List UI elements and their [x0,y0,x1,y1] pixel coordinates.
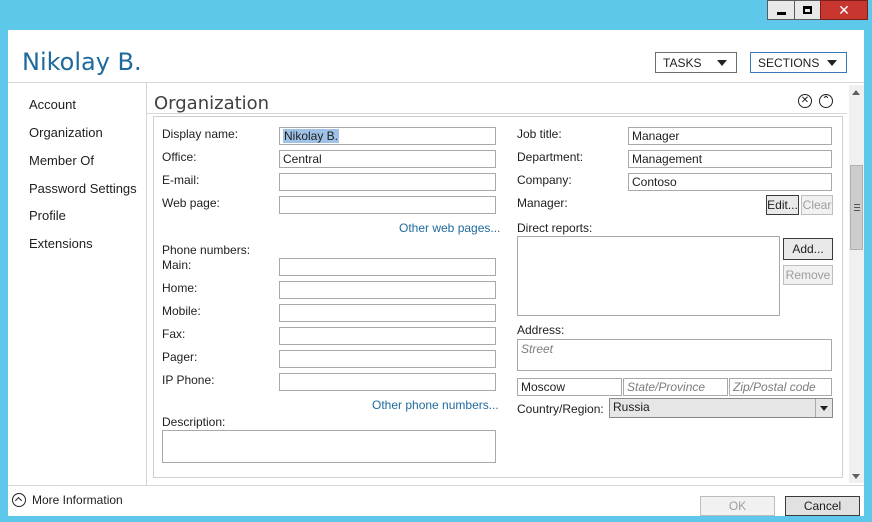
fax-label: Fax: [162,327,186,341]
country-region-label: Country/Region: [517,402,604,416]
remove-direct-report-button[interactable]: Remove [783,265,833,285]
footer-divider [8,485,864,486]
organization-panel: Display name: Nikolay B. Office: Central… [153,116,843,478]
mobile-phone-field[interactable] [279,304,496,322]
zip-postal-code-field[interactable]: Zip/Postal code [729,378,832,396]
country-region-select[interactable]: Russia [609,398,833,418]
sidebar-item-password-settings[interactable]: Password Settings [29,181,137,196]
ip-phone-field[interactable] [279,373,496,391]
description-field[interactable] [162,430,496,463]
manager-clear-button[interactable]: Clear [801,195,833,215]
maximize-icon [803,6,812,14]
more-information-toggle[interactable]: More Information [12,493,123,507]
web-page-field[interactable] [279,196,496,214]
sidebar-item-account[interactable]: Account [29,97,76,112]
window-border-right [864,30,872,522]
tasks-dropdown[interactable]: TASKS [655,52,737,73]
pager-label: Pager: [162,350,198,364]
main-phone-field[interactable] [279,258,496,276]
main-phone-label: Main: [162,258,192,272]
window-border-left [0,30,8,522]
job-title-label: Job title: [517,127,562,141]
section-title: Organization [154,93,270,114]
ip-phone-label: IP Phone: [162,373,215,387]
sections-label: SECTIONS [758,55,820,70]
vertical-scrollbar[interactable] [849,85,864,483]
state-province-field[interactable]: State/Province [623,378,728,396]
company-label: Company: [517,173,572,187]
job-title-field[interactable]: Manager [628,127,832,145]
sidebar-item-profile[interactable]: Profile [29,208,66,223]
maximize-button[interactable] [794,0,821,20]
minimize-icon [776,11,786,15]
add-direct-report-button[interactable]: Add... [783,238,833,260]
email-field[interactable] [279,173,496,191]
home-phone-field[interactable] [279,281,496,299]
display-name-label: Display name: [162,127,239,141]
description-label: Description: [162,415,226,429]
section-divider [147,113,847,114]
section-close-icon[interactable]: ✕ [798,94,812,108]
phone-numbers-label: Phone numbers: [162,243,251,257]
mobile-phone-label: Mobile: [162,304,201,318]
email-label: E-mail: [162,173,200,187]
department-label: Department: [517,150,584,164]
scrollbar-thumb[interactable] [850,165,863,250]
country-region-value: Russia [613,400,650,414]
page-title: Nikolay B. [22,48,142,76]
direct-reports-label: Direct reports: [517,221,593,235]
close-window-button[interactable]: ✕ [820,0,868,20]
cancel-button[interactable]: Cancel [785,496,860,516]
sections-dropdown[interactable]: SECTIONS [750,52,847,73]
sidebar-item-extensions[interactable]: Extensions [29,236,93,251]
other-web-pages-link[interactable]: Other web pages... [399,221,500,235]
fax-field[interactable] [279,327,496,345]
window-border-bottom [0,516,872,522]
close-icon: ✕ [838,2,850,18]
country-dropdown-button[interactable] [815,399,832,417]
window-title-bar [0,0,872,30]
scroll-up-icon[interactable] [852,90,860,95]
web-page-label: Web page: [162,196,220,210]
display-name-value: Nikolay B. [283,129,340,143]
sidebar-item-member-of[interactable]: Member Of [29,153,94,168]
company-field[interactable]: Contoso [628,173,832,191]
other-phone-numbers-link[interactable]: Other phone numbers... [372,398,499,412]
city-field[interactable]: Moscow [517,378,622,396]
minimize-button[interactable] [767,0,795,20]
more-information-label: More Information [32,493,123,507]
section-collapse-icon[interactable]: ⌃ [819,94,833,108]
ok-button[interactable]: OK [700,496,775,516]
chevron-down-icon [717,60,727,66]
pager-field[interactable] [279,350,496,368]
sidebar-nav: Account Organization Member Of Password … [8,83,147,485]
sidebar-item-organization[interactable]: Organization [29,125,103,140]
section-content: Organization ✕ ⌃ Display name: Nikolay B… [147,83,847,485]
street-field[interactable]: Street [517,339,832,371]
office-field[interactable]: Central [279,150,496,168]
chevron-down-icon [820,405,828,411]
expand-up-icon [12,493,26,507]
scroll-down-icon[interactable] [852,474,860,479]
direct-reports-list[interactable] [517,236,780,316]
tasks-label: TASKS [663,55,702,70]
chevron-down-icon [827,60,837,66]
department-field[interactable]: Management [628,150,832,168]
grip-icon [854,204,860,205]
address-label: Address: [517,323,565,337]
street-placeholder: Street [521,342,554,356]
home-phone-label: Home: [162,281,198,295]
dialog-client-area: Nikolay B. TASKS SECTIONS Account Organi… [8,30,864,516]
manager-edit-button[interactable]: Edit... [766,195,799,215]
office-label: Office: [162,150,197,164]
manager-label: Manager: [517,196,568,210]
display-name-field[interactable]: Nikolay B. [279,127,496,145]
